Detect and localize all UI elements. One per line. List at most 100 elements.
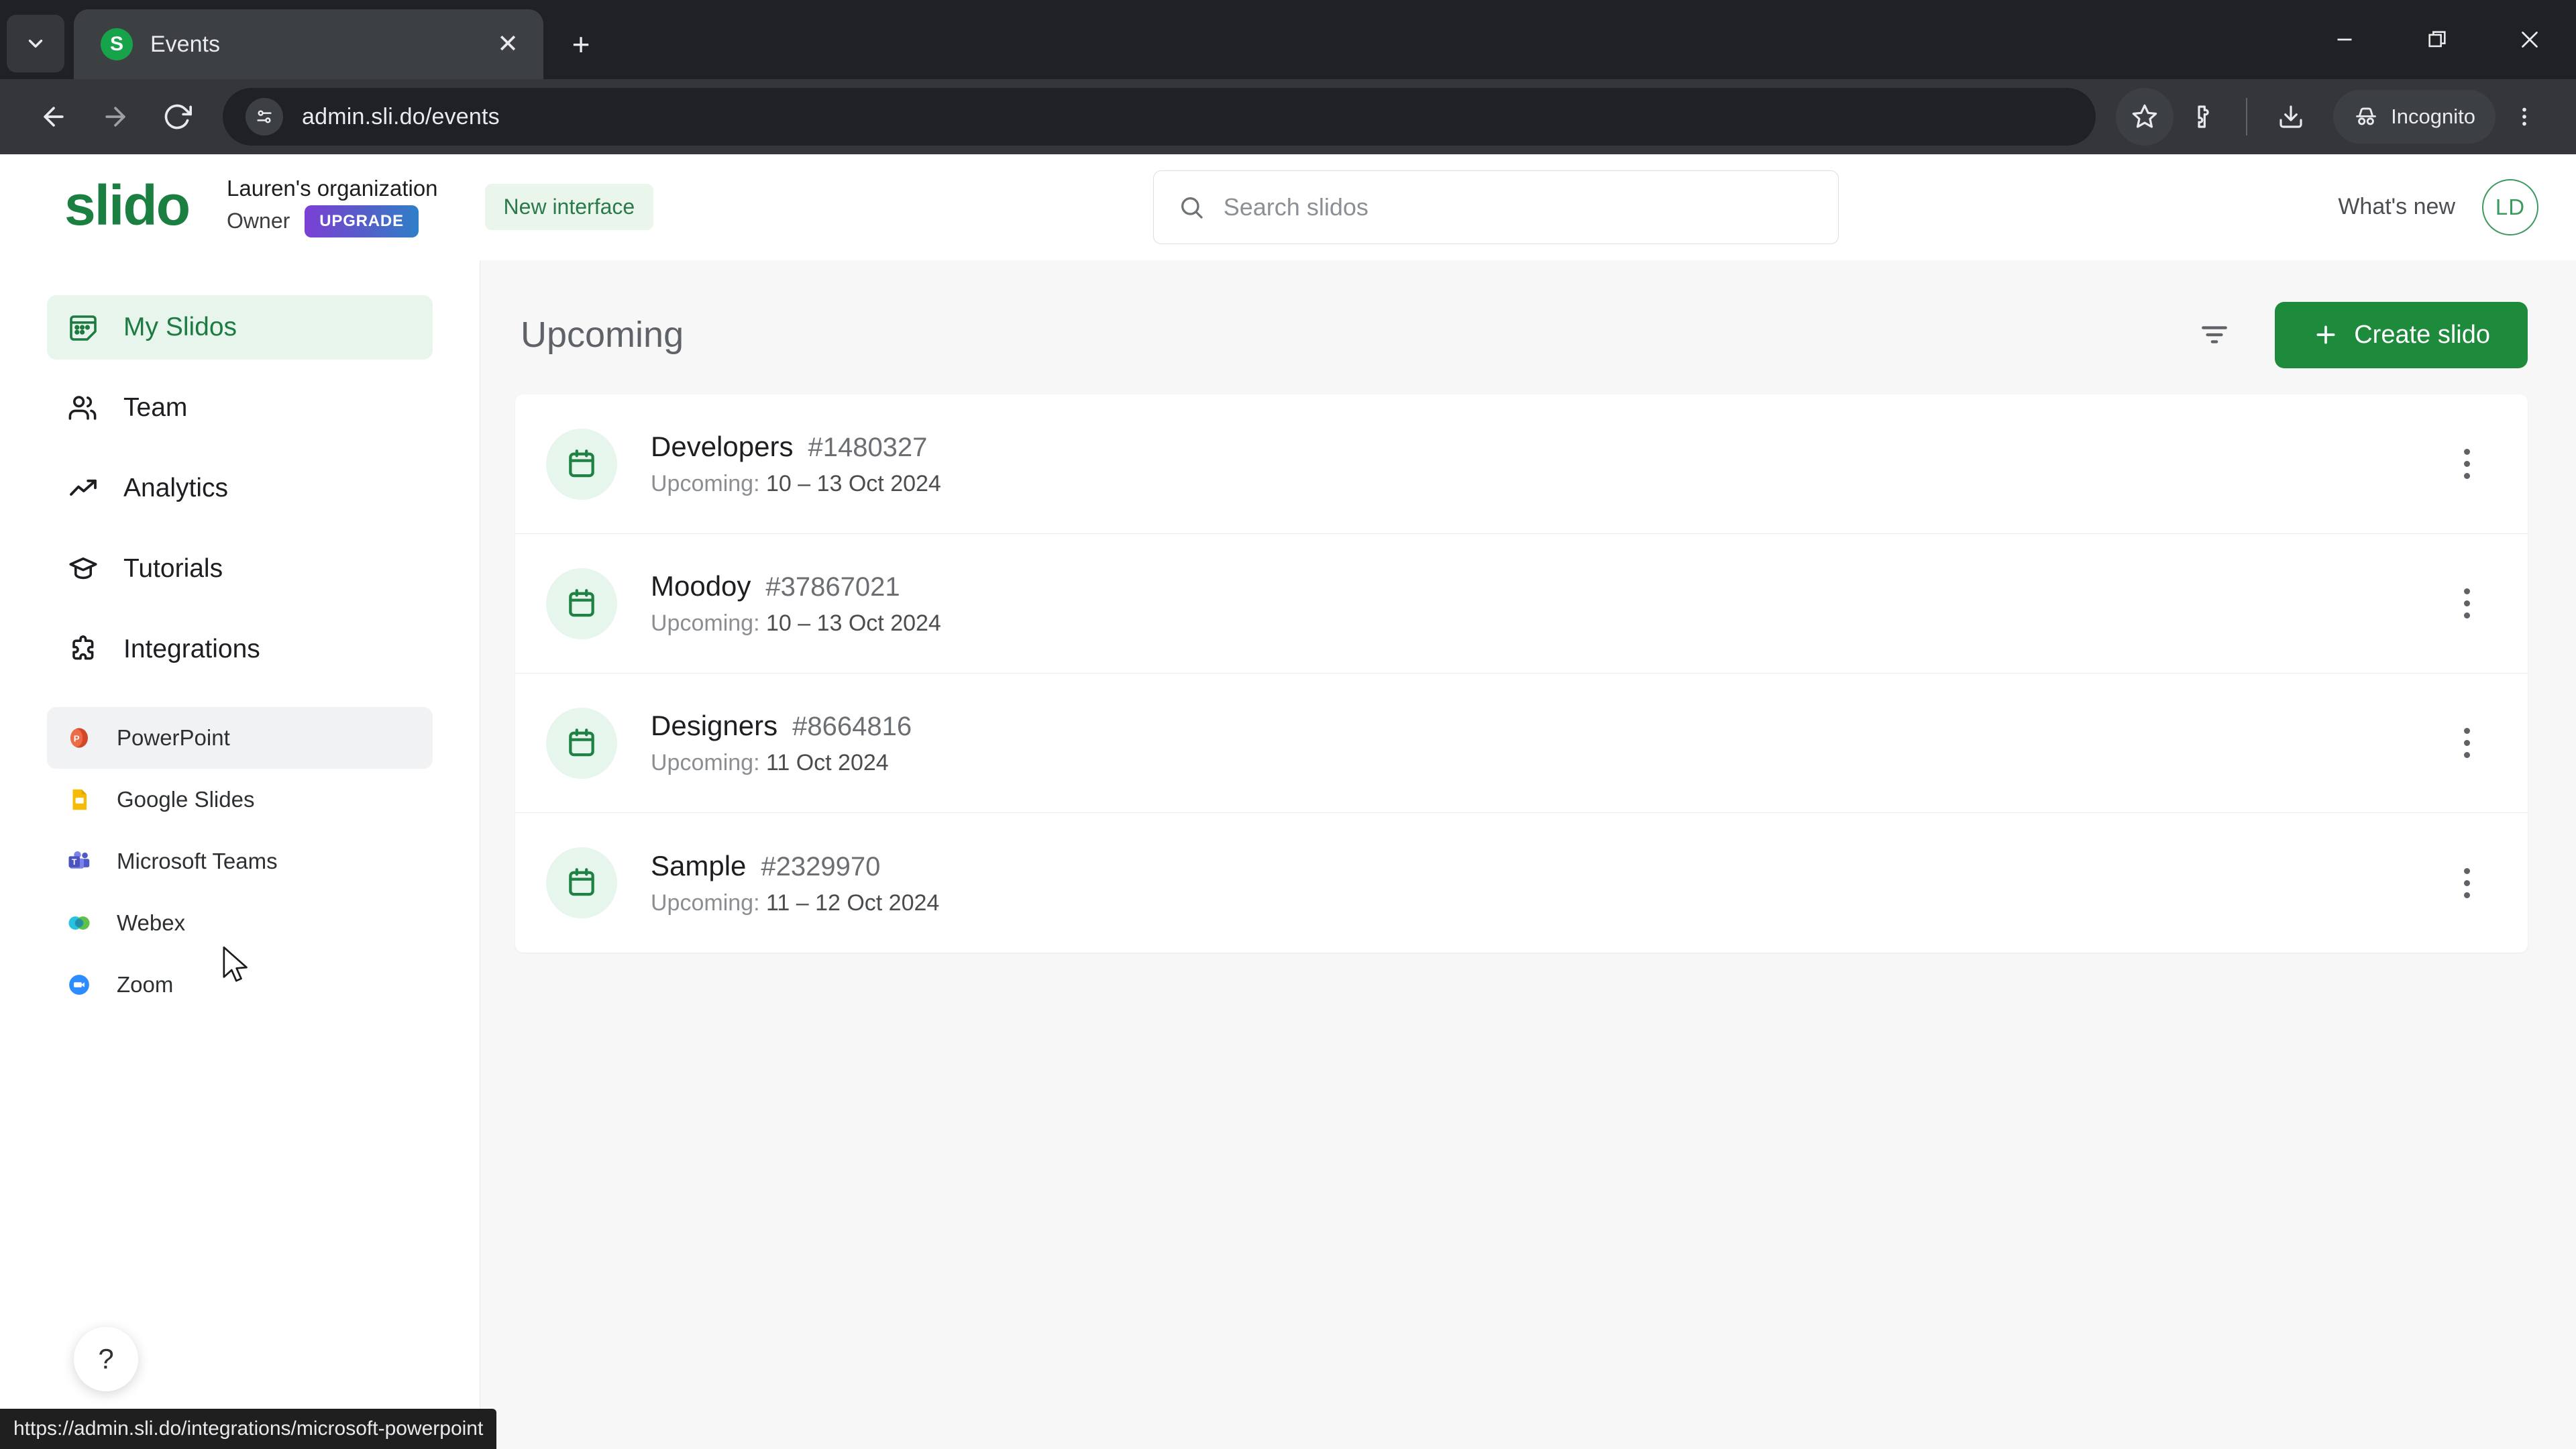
- sidebar-item-label: Integrations: [123, 635, 260, 663]
- sidebar-item-label: Zoom: [117, 972, 174, 997]
- calendar-icon: [546, 847, 617, 918]
- table-row[interactable]: Designers #8664816 Upcoming: 11 Oct 2024: [515, 674, 2528, 813]
- browser-toolbar: admin.sli.do/events Incognito: [0, 79, 2576, 154]
- extensions-puzzle-icon: [2198, 105, 2209, 128]
- row-menu-button[interactable]: [2445, 435, 2489, 493]
- close-icon: [2522, 32, 2538, 48]
- upgrade-badge[interactable]: UPGRADE: [305, 205, 419, 237]
- window-controls: [2298, 0, 2576, 79]
- event-name: Moodoy: [651, 570, 751, 602]
- tune-icon: [257, 110, 272, 123]
- browser-window: S Events ✕ + admin.sli.do/events Incogni…: [0, 0, 2576, 1449]
- profile-incognito-button[interactable]: Incognito: [2333, 90, 2496, 144]
- sidebar-item-my-slidos[interactable]: My Slidos: [47, 295, 433, 360]
- search-icon: [1181, 197, 1203, 219]
- sidebar: My Slidos Team Analytics Tutorials Integ…: [0, 260, 480, 1449]
- sidebar-item-label: My Slidos: [123, 313, 237, 341]
- back-button[interactable]: [23, 86, 85, 148]
- search-input[interactable]: Search slidos: [1152, 170, 1839, 244]
- sidebar-item-integrations[interactable]: Integrations: [47, 617, 433, 682]
- event-dates: 10 – 13 Oct 2024: [765, 471, 941, 496]
- create-slido-label: Create slido: [2354, 320, 2490, 349]
- event-dates: 11 – 12 Oct 2024: [765, 890, 940, 916]
- sidebar-item-label: Tutorials: [123, 554, 223, 583]
- restore-icon: [2428, 31, 2446, 48]
- bookmark-button[interactable]: [2116, 88, 2174, 146]
- puzzle-piece-icon: [66, 632, 101, 667]
- event-code: #1480327: [808, 433, 928, 462]
- row-menu-button[interactable]: [2445, 575, 2489, 633]
- close-window-button[interactable]: [2483, 0, 2576, 79]
- table-row[interactable]: Moodoy #37867021 Upcoming: 10 – 13 Oct 2…: [515, 534, 2528, 674]
- table-row[interactable]: Sample #2329970 Upcoming: 11 – 12 Oct 20…: [515, 813, 2528, 953]
- star-icon: [2132, 104, 2157, 128]
- page-title: Upcoming: [521, 315, 684, 355]
- people-icon: [66, 390, 101, 425]
- zoom-icon: [66, 971, 93, 998]
- slido-logo[interactable]: slido: [64, 177, 191, 233]
- forward-arrow-icon: [105, 107, 125, 127]
- sidebar-item-label: Analytics: [123, 474, 229, 502]
- browser-tab-events[interactable]: S Events ✕: [74, 9, 543, 79]
- table-row[interactable]: Developers #1480327 Upcoming: 10 – 13 Oc…: [515, 394, 2528, 534]
- sidebar-item-zoom[interactable]: Zoom: [47, 954, 433, 1016]
- sidebar-item-label: Team: [123, 393, 188, 422]
- whats-new-button[interactable]: What's new: [2338, 194, 2455, 220]
- sidebar-item-label: Microsoft Teams: [117, 849, 278, 873]
- event-status-prefix: Upcoming:: [651, 610, 760, 636]
- minimize-icon: [2337, 38, 2352, 41]
- avatar[interactable]: LD: [2482, 178, 2538, 235]
- event-dates: 11 Oct 2024: [765, 750, 889, 775]
- event-name: Designers: [651, 710, 778, 741]
- search-placeholder: Search slidos: [1223, 193, 1368, 221]
- back-arrow-icon: [44, 107, 64, 127]
- event-status: Upcoming: 11 Oct 2024: [651, 750, 912, 776]
- minimize-button[interactable]: [2298, 0, 2391, 79]
- sidebar-item-powerpoint[interactable]: P PowerPoint: [47, 707, 433, 769]
- profile-label: Incognito: [2391, 105, 2475, 128]
- new-tab-button[interactable]: +: [554, 17, 608, 71]
- powerpoint-icon: P: [66, 724, 93, 751]
- sidebar-item-analytics[interactable]: Analytics: [47, 456, 433, 521]
- reload-button[interactable]: [146, 86, 208, 148]
- maximize-button[interactable]: [2391, 0, 2483, 79]
- filter-icon: [2202, 326, 2228, 343]
- site-settings-icon[interactable]: [246, 98, 283, 136]
- chrome-menu-button[interactable]: [2496, 88, 2553, 146]
- row-menu-button[interactable]: [2445, 854, 2489, 912]
- search-wrapper: Search slidos: [1152, 170, 1839, 244]
- body-split: My Slidos Team Analytics Tutorials Integ…: [0, 260, 2576, 1449]
- downloads-button[interactable]: [2262, 88, 2320, 146]
- close-tab-icon[interactable]: ✕: [490, 32, 526, 57]
- sidebar-item-tutorials[interactable]: Tutorials: [47, 537, 433, 601]
- calendar-icon: [546, 568, 617, 639]
- event-dates: 10 – 13 Oct 2024: [765, 610, 941, 636]
- sidebar-item-team[interactable]: Team: [47, 376, 433, 440]
- chevron-down-icon: [28, 40, 43, 48]
- event-text: Moodoy #37867021 Upcoming: 10 – 13 Oct 2…: [651, 570, 941, 637]
- filter-button[interactable]: [2190, 311, 2239, 359]
- event-code: #2329970: [761, 851, 881, 881]
- tab-search-button[interactable]: [7, 15, 64, 72]
- event-status-prefix: Upcoming:: [651, 890, 760, 916]
- sidebar-item-webex[interactable]: Webex: [47, 892, 433, 954]
- google-slides-icon: [66, 786, 93, 813]
- sidebar-item-google-slides[interactable]: Google Slides: [47, 769, 433, 830]
- address-bar[interactable]: admin.sli.do/events: [223, 88, 2096, 146]
- row-menu-button[interactable]: [2445, 714, 2489, 772]
- three-dot-menu-icon: [2522, 107, 2526, 126]
- new-interface-button[interactable]: New interface: [484, 184, 654, 230]
- calendar-icon: [546, 428, 617, 500]
- reload-icon: [164, 104, 192, 129]
- sidebar-item-microsoft-teams[interactable]: T Microsoft Teams: [47, 830, 433, 892]
- extensions-button[interactable]: [2174, 88, 2231, 146]
- toolbar-divider: [2246, 98, 2248, 136]
- event-name: Developers: [651, 431, 794, 462]
- help-button[interactable]: ?: [74, 1327, 138, 1391]
- create-slido-button[interactable]: Create slido: [2275, 301, 2528, 368]
- page-content: slido Lauren's organization Owner UPGRAD…: [0, 154, 2576, 1449]
- microsoft-teams-icon: T: [66, 848, 93, 875]
- forward-button[interactable]: [85, 86, 146, 148]
- slido-favicon: S: [101, 28, 133, 60]
- event-code: #8664816: [792, 712, 912, 741]
